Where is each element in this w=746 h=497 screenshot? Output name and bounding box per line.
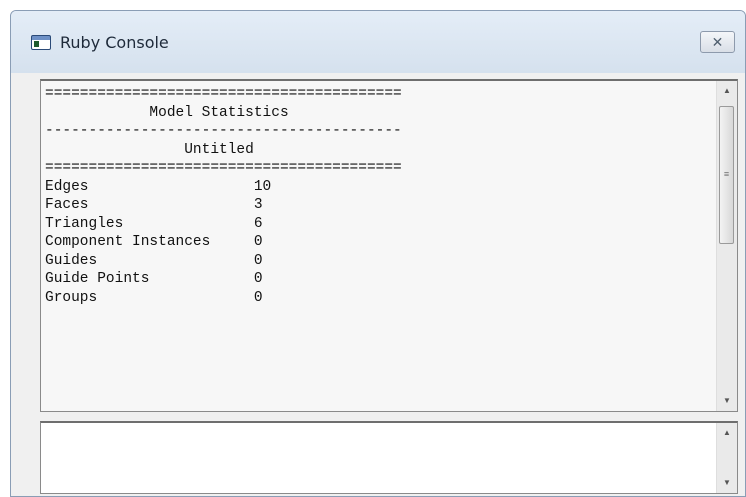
scroll-up-arrow-icon[interactable]: ▲ (717, 81, 737, 101)
output-line: Groups 0 (45, 289, 263, 306)
close-button[interactable]: ✕ (700, 31, 735, 53)
console-output-pane[interactable]: ========================================… (40, 79, 738, 412)
output-scrollbar[interactable]: ▲ ≡ ▼ (716, 81, 737, 411)
output-line: Edges 10 (45, 178, 272, 195)
title-bar[interactable]: Ruby Console ✕ (11, 11, 745, 73)
console-client-area: ========================================… (11, 73, 745, 496)
scroll-grip-icon: ≡ (723, 169, 730, 179)
ruby-console-window: Ruby Console ✕ =========================… (10, 10, 746, 497)
close-icon: ✕ (711, 34, 724, 50)
output-line: ========================================… (45, 86, 402, 102)
scroll-up-arrow-icon[interactable]: ▲ (717, 423, 737, 443)
console-input-field[interactable] (41, 423, 715, 493)
output-line: Guides 0 (45, 252, 263, 269)
output-line: Guide Points 0 (45, 271, 263, 287)
scroll-down-arrow-icon[interactable]: ▼ (717, 391, 737, 411)
scroll-thumb[interactable]: ≡ (719, 106, 734, 244)
window-app-icon (31, 35, 51, 50)
window-title: Ruby Console (60, 33, 169, 52)
output-line: Untitled (45, 141, 254, 158)
console-input-pane: ▲ ▼ (40, 421, 738, 494)
output-line: Model Statistics (45, 104, 289, 121)
output-line: ----------------------------------------… (45, 123, 402, 139)
output-line: Triangles 6 (45, 215, 263, 232)
output-line: Component Instances 0 (45, 234, 263, 250)
console-output-text: ========================================… (45, 85, 705, 307)
input-scrollbar[interactable]: ▲ ▼ (716, 423, 737, 493)
scroll-down-arrow-icon[interactable]: ▼ (717, 473, 737, 493)
output-line: ========================================… (45, 160, 402, 176)
output-line: Faces 3 (45, 197, 263, 213)
